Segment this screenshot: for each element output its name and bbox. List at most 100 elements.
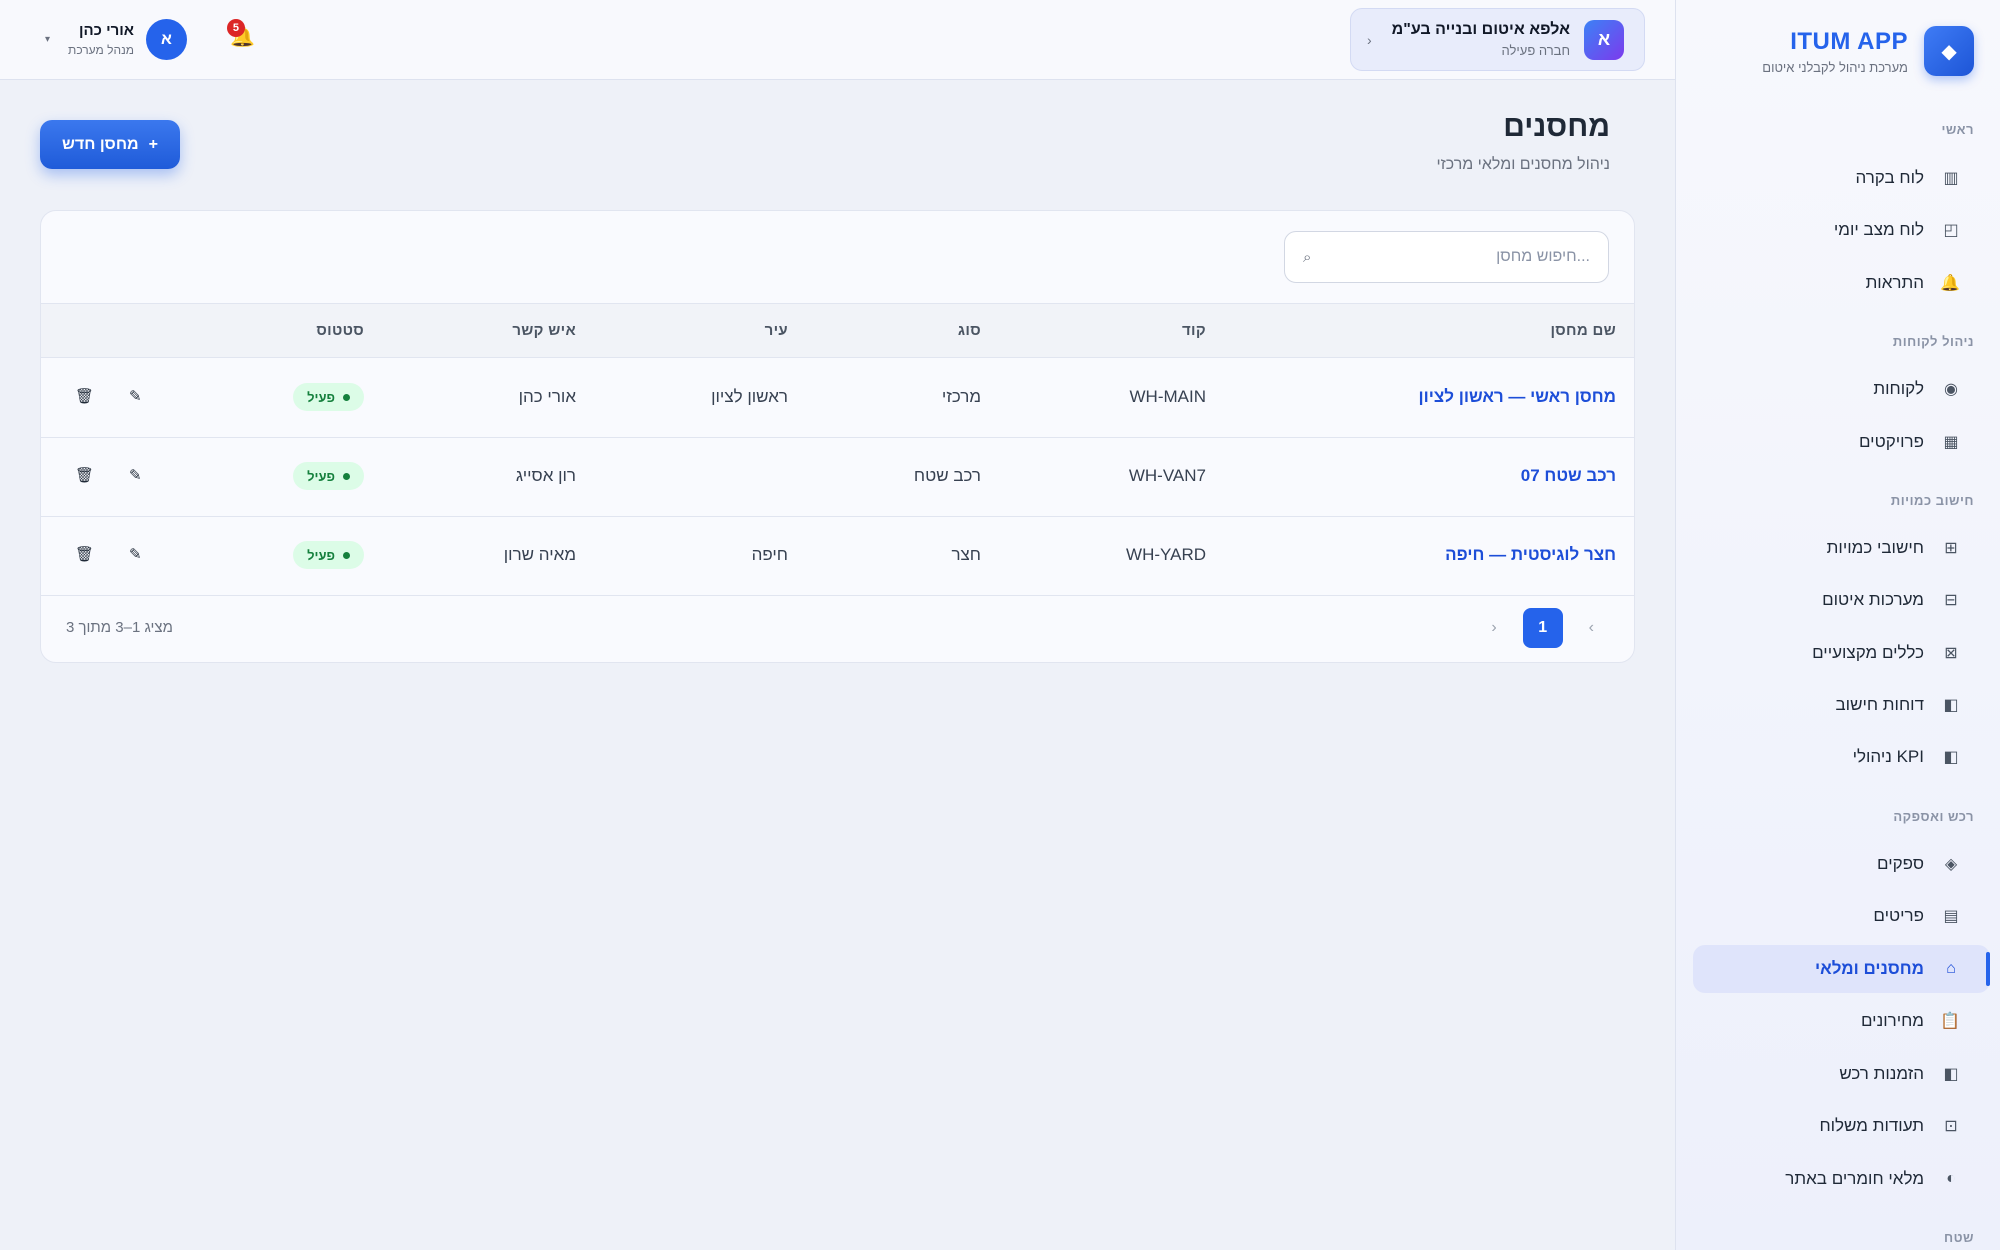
sidebar: ◆ ITUM APP מערכת ניהול לקבלני איטום ראשי… [1675, 0, 2000, 1250]
warehouse-contact: מאיה שרון [503, 545, 576, 564]
sidebar-item-quantity-calcs[interactable]: ⊞ חישובי כמויות [1693, 524, 1990, 572]
trash-icon[interactable]: 🗑 [75, 387, 94, 405]
layers-icon: ⊟ [1944, 592, 1958, 609]
column-header-type[interactable]: סוג [958, 322, 981, 339]
sidebar-item-price-lists[interactable]: 📋 מחירונים [1693, 997, 1990, 1045]
notification-count-badge: 5 [226, 19, 245, 37]
edit-icon[interactable]: ✎ [129, 387, 142, 405]
nav-section-field: שטח [1943, 1230, 1974, 1245]
sidebar-item-kpi[interactable]: ◧ KPI ניהולי [1693, 733, 1990, 781]
chevron-left-icon: ‹ [1367, 31, 1372, 48]
sidebar-item-site-inventory[interactable]: ◐ מלאי חומרים באתר [1693, 1155, 1990, 1203]
warehouse-code: WH-VAN7 [1128, 466, 1206, 485]
brand-logo-icon: ◆ [1924, 26, 1974, 76]
company-status: חברה פעילה [1501, 43, 1570, 58]
column-header-code[interactable]: קוד [1182, 322, 1206, 339]
sidebar-item-label: פריטים [1873, 906, 1924, 925]
status-badge: פעיל [293, 541, 364, 569]
status-dot [343, 551, 350, 559]
sidebar-item-label: מלאי חומרים באתר [1785, 1169, 1924, 1188]
sidebar-item-delivery-notes[interactable]: ⊡ תעודות משלוח [1693, 1102, 1990, 1150]
sidebar-item-label: תעודות משלוח [1819, 1116, 1924, 1135]
warehouse-name-link[interactable]: חצר לוגיסטית — חיפה [1445, 545, 1616, 565]
table-row: רכב שטח 07 WH-VAN7 רכב שטח רון אסייג פעי… [41, 438, 1634, 517]
sidebar-item-projects[interactable]: ▦ פרויקטים [1693, 418, 1990, 466]
sidebar-item-label: פרויקטים [1858, 432, 1924, 451]
warehouses-card: ⌕ שם מחסן קוד סוג עיר איש קשר סטטוס מחסן… [40, 210, 1635, 663]
edit-icon[interactable]: ✎ [129, 545, 142, 563]
plus-icon: + [148, 135, 159, 153]
topbar: א אלפא איטום ובנייה בע"מ חברה פעילה ‹ 🔔 … [0, 0, 1675, 80]
company-switcher[interactable]: א אלפא איטום ובנייה בע"מ חברה פעילה ‹ [1350, 8, 1645, 71]
warehouse-contact: אורי כהן [518, 387, 576, 406]
list-icon: ▤ [1943, 908, 1959, 925]
warehouse-type: חצר [951, 545, 981, 564]
status-dot [343, 472, 350, 480]
search-box: ⌕ [1284, 231, 1609, 283]
pagination: › 1 ‹ [1491, 608, 1594, 648]
status-dot [343, 393, 350, 401]
column-header-name[interactable]: שם מחסן [1550, 322, 1616, 339]
prev-page-icon[interactable]: ‹ [1491, 619, 1496, 637]
sidebar-item-professional-rules[interactable]: ⊠ כללים מקצועיים [1693, 629, 1990, 677]
warehouse-name-link[interactable]: מחסן ראשי — ראשון לציון [1419, 387, 1616, 407]
sidebar-item-dashboard[interactable]: ▥ לוח בקרה [1693, 154, 1990, 202]
trash-icon[interactable]: 🗑 [75, 545, 94, 563]
next-page-icon[interactable]: › [1589, 619, 1594, 637]
table-row: חצר לוגיסטית — חיפה WH-YARD חצר חיפה מאי… [41, 517, 1634, 596]
nav-section-quantities: חישוב כמויות [1890, 493, 1974, 508]
status-badge: פעיל [293, 462, 364, 490]
sidebar-item-calc-reports[interactable]: ◧ דוחות חישוב [1693, 681, 1990, 729]
search-input[interactable] [1323, 248, 1590, 266]
bell-icon: 🔔 [1940, 275, 1960, 292]
table-row: מחסן ראשי — ראשון לציון WH-MAIN מרכזי רא… [41, 359, 1634, 438]
sidebar-item-label: ספקים [1877, 854, 1924, 873]
column-header-city[interactable]: עיר [765, 322, 788, 339]
warehouse-icon: ⌂ [1946, 960, 1956, 977]
delivery-icon: ⊡ [1944, 1118, 1958, 1135]
dashboard-icon: ▥ [1943, 170, 1959, 187]
sidebar-item-alerts[interactable]: 🔔 התראות [1693, 259, 1990, 307]
sidebar-item-label: מערכות איטום [1822, 590, 1924, 609]
supplier-icon: ◈ [1944, 856, 1958, 873]
search-icon: ⌕ [1303, 248, 1312, 266]
trash-icon[interactable]: 🗑 [75, 466, 94, 484]
sidebar-item-customers[interactable]: ◉ לקוחות [1693, 365, 1990, 413]
sidebar-item-suppliers[interactable]: ◈ ספקים [1693, 840, 1990, 888]
user-menu[interactable]: א אורי כהן מנהל מערכת ▾ [45, 19, 187, 60]
warehouse-name-link[interactable]: רכב שטח 07 [1521, 466, 1616, 486]
sidebar-item-sealing-systems[interactable]: ⊟ מערכות איטום [1693, 576, 1990, 624]
rules-icon: ⊠ [1944, 645, 1958, 662]
brand[interactable]: ◆ ITUM APP מערכת ניהול לקבלני איטום [1762, 26, 1974, 76]
column-header-contact[interactable]: איש קשר [512, 322, 576, 339]
nav-section-procurement: רכש ואספקה [1893, 809, 1974, 824]
brand-name: ITUM APP [1790, 27, 1908, 55]
site-stock-icon: ◐ [1946, 1170, 1956, 1187]
warehouse-code: WH-YARD [1126, 545, 1206, 564]
edit-icon[interactable]: ✎ [129, 466, 142, 484]
page-button-1[interactable]: 1 [1522, 608, 1563, 648]
nav-section-customers: ניהול לקוחות [1892, 334, 1974, 349]
table-header: שם מחסן קוד סוג עיר איש קשר סטטוס [41, 303, 1634, 358]
notifications-button[interactable]: 🔔 5 [226, 19, 255, 49]
status-label: פעיל [307, 547, 335, 563]
sidebar-item-purchase-orders[interactable]: ◧ הזמנות רכש [1693, 1050, 1990, 1098]
sidebar-item-label: KPI ניהולי [1852, 747, 1924, 766]
warehouse-city: ראשון לציון [711, 387, 788, 406]
sidebar-item-items[interactable]: ▤ פריטים [1693, 892, 1990, 940]
company-name: אלפא איטום ובנייה בע"מ [1391, 21, 1570, 38]
page-subtitle: ניהול מחסנים ומלאי מרכזי [1436, 156, 1610, 173]
sidebar-item-warehouses[interactable]: ⌂ מחסנים ומלאי [1693, 945, 1990, 993]
column-header-status[interactable]: סטטוס [316, 322, 364, 339]
sidebar-item-label: כללים מקצועיים [1812, 643, 1924, 662]
customers-icon: ◉ [1944, 381, 1958, 398]
sidebar-item-label: התראות [1865, 273, 1924, 292]
brand-subtitle: מערכת ניהול לקבלני איטום [1762, 59, 1908, 75]
sidebar-item-daily-status[interactable]: ◰ לוח מצב יומי [1693, 206, 1990, 254]
user-role: מנהל מערכת [68, 43, 134, 57]
purchase-order-icon: ◧ [1943, 1066, 1959, 1083]
calculator-grid-icon: ⊞ [1944, 540, 1958, 557]
new-warehouse-button[interactable]: + מחסן חדש [40, 120, 180, 169]
projects-icon: ▦ [1943, 434, 1959, 451]
new-warehouse-label: מחסן חדש [62, 135, 139, 153]
